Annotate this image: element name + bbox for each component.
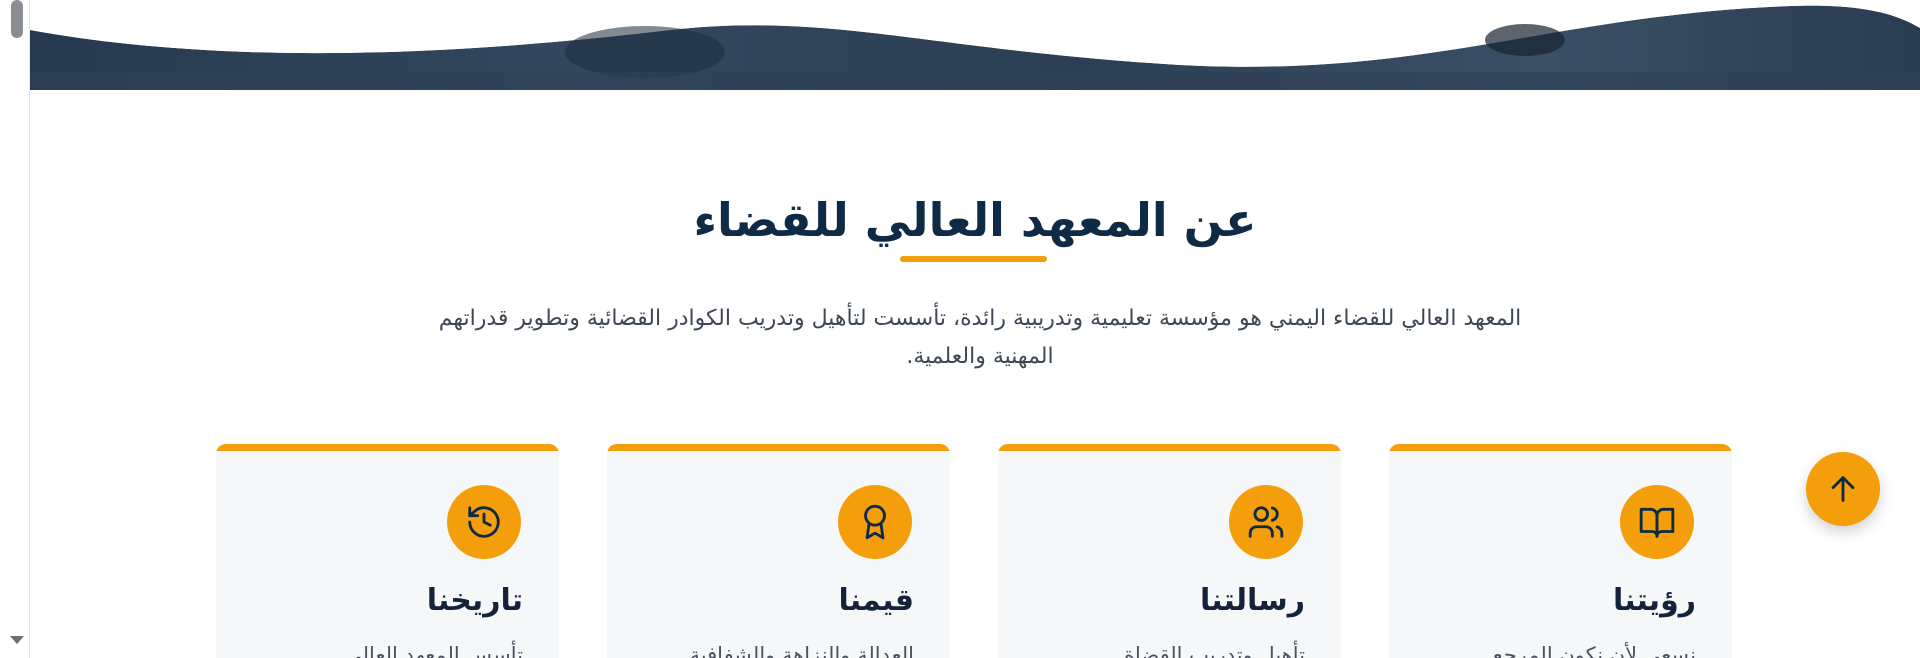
scrollbar-thumb[interactable] — [11, 0, 23, 38]
card-text: العدالة والنزاهة والشفافية — [689, 643, 914, 658]
scroll-to-top-button[interactable] — [1806, 452, 1880, 526]
award-icon — [838, 485, 912, 559]
page-scrollbar[interactable] — [0, 0, 30, 658]
users-icon — [1229, 485, 1303, 559]
card-accent-bar — [607, 444, 950, 451]
card-title: رؤيتنا — [1613, 583, 1696, 618]
section-intro: المعهد العالي للقضاء اليمني هو مؤسسة تعل… — [438, 306, 1522, 369]
hero-image-bottom — [30, 0, 1920, 90]
card-vision: رؤيتنا نسعى لأن نكون المرجع — [1389, 444, 1732, 658]
card-mission: رسالتنا تأهيل وتدريب القضاة — [998, 444, 1341, 658]
about-section: عن المعهد العالي للقضاء المعهد العالي لل… — [30, 90, 1920, 658]
title-underline — [900, 256, 1047, 262]
card-title: تاريخنا — [426, 583, 523, 618]
hero-wave-image — [30, 0, 1920, 90]
card-history: تاريخنا تأسس المعهد العالي — [216, 444, 559, 658]
card-values: قيمنا العدالة والنزاهة والشفافية — [607, 444, 950, 658]
card-text: تأهيل وتدريب القضاة — [1124, 643, 1305, 658]
card-text: تأسس المعهد العالي — [345, 643, 523, 658]
arrow-up-icon — [1831, 476, 1855, 502]
card-accent-bar — [216, 444, 559, 451]
book-open-icon — [1620, 485, 1694, 559]
card-text: نسعى لأن نكون المرجع — [1492, 643, 1696, 658]
card-accent-bar — [998, 444, 1341, 451]
card-accent-bar — [1389, 444, 1732, 451]
section-title: عن المعهد العالي للقضاء — [693, 193, 1257, 247]
card-title: قيمنا — [838, 583, 914, 618]
history-icon — [447, 485, 521, 559]
page: عن المعهد العالي للقضاء المعهد العالي لل… — [30, 0, 1920, 658]
scrollbar-down-arrow[interactable] — [10, 636, 24, 644]
card-title: رسالتنا — [1199, 583, 1305, 618]
